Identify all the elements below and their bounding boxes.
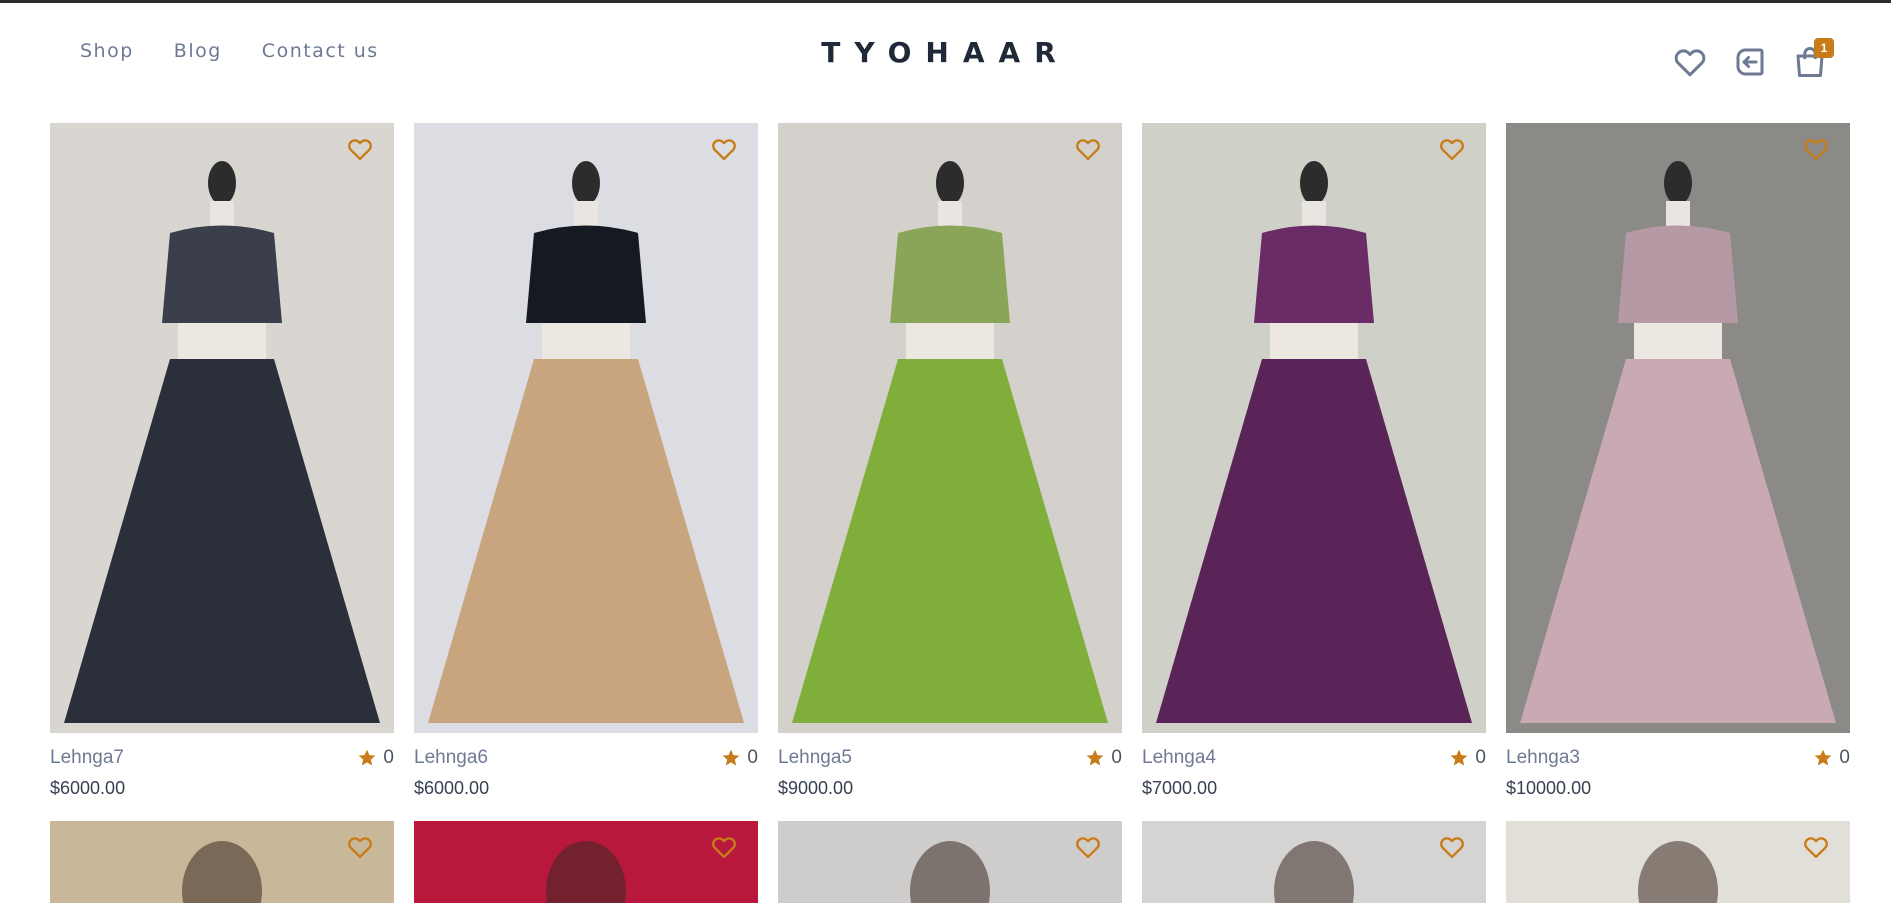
star-icon <box>1087 749 1104 766</box>
main-nav: Shop Blog Contact us <box>80 40 379 62</box>
product-image-link[interactable] <box>1506 821 1850 903</box>
product-name[interactable]: Lehnga4 <box>1142 747 1216 769</box>
nav-contact-us[interactable]: Contact us <box>262 40 379 62</box>
add-to-wishlist-button[interactable] <box>1074 135 1102 163</box>
product-meta: Lehnga4 0 <box>1142 747 1486 769</box>
add-to-wishlist-button[interactable] <box>346 135 374 163</box>
product-card[interactable] <box>50 821 394 903</box>
product-meta: Lehnga3 0 <box>1506 747 1850 769</box>
add-to-wishlist-button[interactable] <box>1074 833 1102 861</box>
product-image-link[interactable] <box>1506 123 1850 733</box>
cart-button[interactable]: 1 <box>1792 38 1834 80</box>
star-icon <box>359 749 376 766</box>
add-to-wishlist-button[interactable] <box>1802 135 1830 163</box>
product-image-link[interactable] <box>50 123 394 733</box>
product-image-link[interactable] <box>778 821 1122 903</box>
heart-icon <box>1440 139 1464 161</box>
product-rating: 0 <box>721 747 758 769</box>
product-price: $10000.00 <box>1506 778 1592 798</box>
cart-count-badge: 1 <box>1814 38 1834 58</box>
product-image <box>778 123 1122 733</box>
product-meta: Lehnga6 0 <box>414 747 758 769</box>
heart-icon <box>1440 837 1464 859</box>
product-rating: 0 <box>357 747 394 769</box>
product-image-link[interactable] <box>414 821 758 903</box>
product-image-link[interactable] <box>778 123 1122 733</box>
rating-value: 0 <box>1839 747 1850 768</box>
add-to-wishlist-button[interactable] <box>1802 833 1830 861</box>
add-to-wishlist-button[interactable] <box>346 833 374 861</box>
product-rating: 0 <box>1085 747 1122 769</box>
product-card[interactable]: Lehnga7 0 $6000.00 <box>50 123 394 799</box>
product-image <box>1142 821 1486 903</box>
product-image <box>50 123 394 733</box>
product-card[interactable] <box>1506 821 1850 903</box>
heart-icon <box>348 139 372 161</box>
heart-icon <box>1804 837 1828 859</box>
top-border <box>0 0 1891 3</box>
product-card[interactable]: Lehnga5 0 $9000.00 <box>778 123 1122 799</box>
add-to-wishlist-button[interactable] <box>1438 135 1466 163</box>
login-button[interactable] <box>1732 44 1768 80</box>
heart-icon <box>712 837 736 859</box>
rating-value: 0 <box>1111 747 1122 768</box>
product-image-link[interactable] <box>414 123 758 733</box>
product-price: $6000.00 <box>50 778 126 798</box>
product-price: $9000.00 <box>778 778 854 798</box>
star-icon <box>723 749 740 766</box>
product-image-link[interactable] <box>1142 821 1486 903</box>
product-price: $7000.00 <box>1142 778 1218 798</box>
product-image <box>414 821 758 903</box>
product-image <box>50 821 394 903</box>
product-meta: Lehnga5 0 <box>778 747 1122 769</box>
rating-value: 0 <box>383 747 394 768</box>
nav-blog[interactable]: Blog <box>174 40 222 62</box>
heart-icon <box>348 837 372 859</box>
star-icon <box>1451 749 1468 766</box>
product-image <box>778 821 1122 903</box>
rating-value: 0 <box>747 747 758 768</box>
heart-icon <box>1674 49 1706 77</box>
product-meta: Lehnga7 0 <box>50 747 394 769</box>
header-actions: 1 <box>1672 38 1834 80</box>
product-price: $6000.00 <box>414 778 490 798</box>
star-icon <box>1815 749 1832 766</box>
product-card[interactable]: Lehnga4 0 $7000.00 <box>1142 123 1486 799</box>
brand-name[interactable]: TYOHAAR <box>821 36 1070 69</box>
login-icon <box>1736 48 1764 76</box>
product-image-link[interactable] <box>1142 123 1486 733</box>
nav-shop[interactable]: Shop <box>80 40 134 62</box>
heart-icon <box>1076 139 1100 161</box>
product-name[interactable]: Lehnga6 <box>414 747 488 769</box>
heart-icon <box>712 139 736 161</box>
product-image <box>1506 821 1850 903</box>
product-image <box>1506 123 1850 733</box>
product-rating: 0 <box>1813 747 1850 769</box>
add-to-wishlist-button[interactable] <box>1438 833 1466 861</box>
add-to-wishlist-button[interactable] <box>710 135 738 163</box>
product-card[interactable]: Lehnga6 0 $6000.00 <box>414 123 758 799</box>
product-name[interactable]: Lehnga7 <box>50 747 124 769</box>
wishlist-button[interactable] <box>1672 44 1708 80</box>
rating-value: 0 <box>1475 747 1486 768</box>
product-name[interactable]: Lehnga3 <box>1506 747 1580 769</box>
product-grid: Lehnga7 0 $6000.00 Lehnga6 0 $6000.00 Le… <box>50 123 1850 903</box>
product-card[interactable] <box>414 821 758 903</box>
add-to-wishlist-button[interactable] <box>710 833 738 861</box>
heart-icon <box>1076 837 1100 859</box>
product-rating: 0 <box>1449 747 1486 769</box>
product-name[interactable]: Lehnga5 <box>778 747 852 769</box>
product-image-link[interactable] <box>50 821 394 903</box>
product-card[interactable] <box>778 821 1122 903</box>
heart-icon <box>1804 139 1828 161</box>
product-card[interactable] <box>1142 821 1486 903</box>
product-card[interactable]: Lehnga3 0 $10000.00 <box>1506 123 1850 799</box>
product-image <box>1142 123 1486 733</box>
product-image <box>414 123 758 733</box>
